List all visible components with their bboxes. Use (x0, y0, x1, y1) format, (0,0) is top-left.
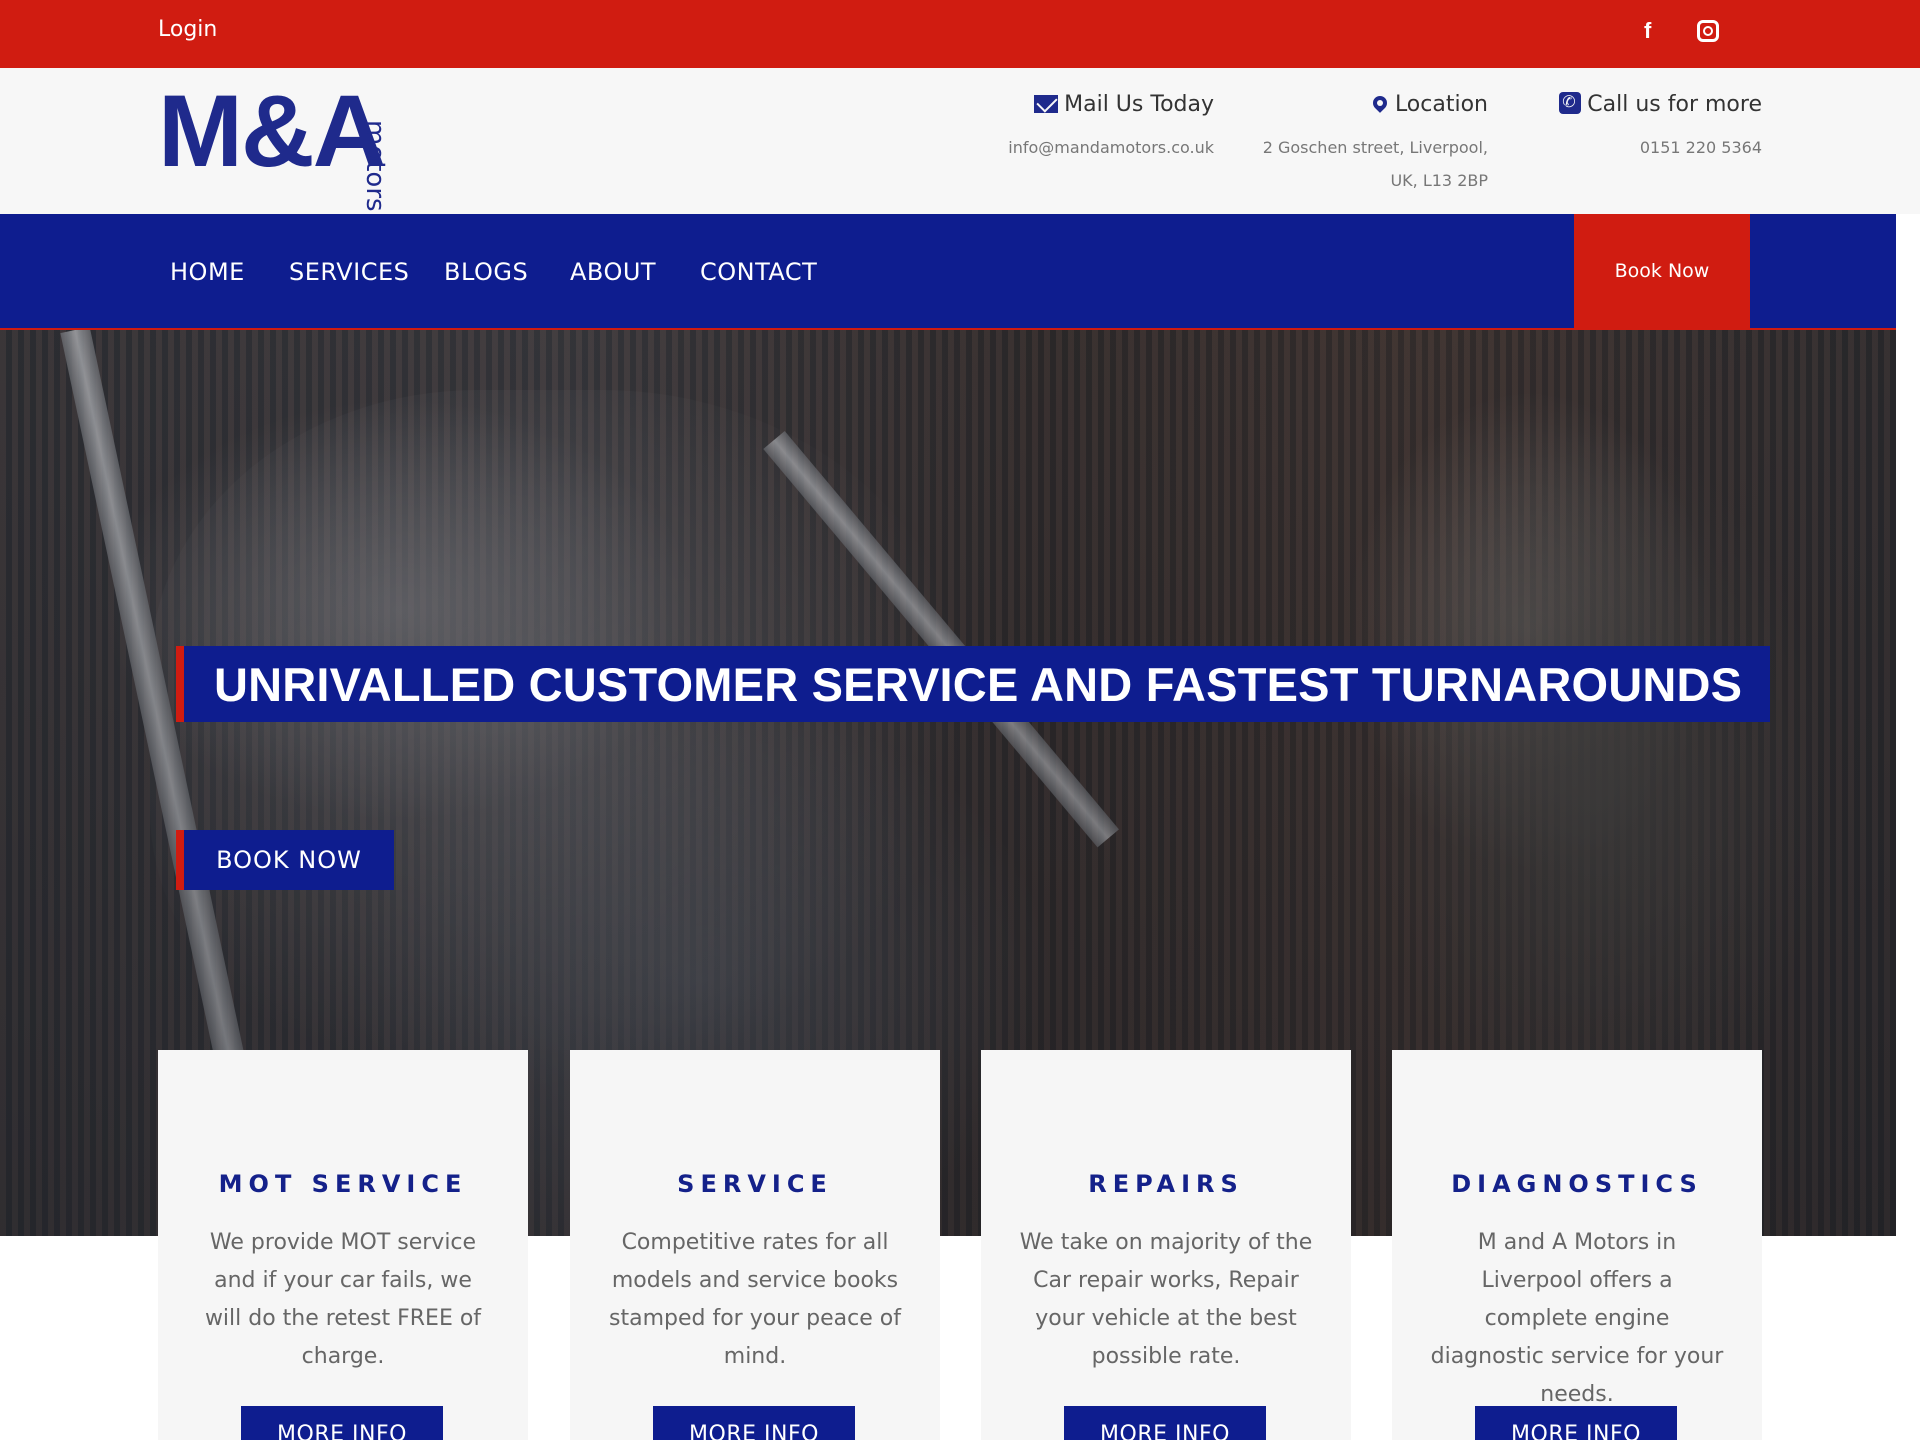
hero-book-now-button[interactable]: BOOK NOW (176, 830, 394, 890)
logo-subtext: motors (360, 120, 390, 212)
instagram-icon[interactable] (1697, 20, 1719, 42)
logo-text: M&A (158, 74, 386, 188)
contact-phone-title-text: Call us for more (1587, 92, 1762, 117)
hero-headline-banner: UNRIVALLED CUSTOMER SERVICE AND FASTEST … (176, 646, 1771, 722)
logo[interactable]: M&A motors (158, 74, 448, 212)
more-info-button[interactable]: MORE INFO (653, 1406, 855, 1440)
card-title: DIAGNOSTICS (1451, 1170, 1703, 1198)
nav-item-blogs[interactable]: BLOGS (444, 258, 528, 286)
site-header: M&A motors Mail Us Today info@mandamotor… (0, 68, 1920, 214)
contact-location-title: Location (1250, 92, 1488, 117)
page: Login f M&A motors Mail Us Today info@ma… (0, 0, 1920, 1440)
nav-item-services[interactable]: SERVICES (289, 258, 409, 286)
nav-item-home[interactable]: HOME (170, 258, 245, 286)
envelope-icon (1034, 95, 1059, 113)
map-pin-icon (1370, 93, 1390, 113)
more-info-button[interactable]: MORE INFO (1475, 1406, 1677, 1440)
card-title: REPAIRS (1088, 1170, 1244, 1198)
contact-location: Location 2 Goschen street, Liverpool, UK… (1250, 92, 1488, 197)
service-card-mot: MOT SERVICE We provide MOT service and i… (158, 1050, 528, 1440)
service-card-repairs: REPAIRS We take on majority of the Car r… (981, 1050, 1351, 1440)
service-card-service: SERVICE Competitive rates for all models… (570, 1050, 940, 1440)
hero-headline: UNRIVALLED CUSTOMER SERVICE AND FASTEST … (214, 657, 1743, 711)
contact-phone-number[interactable]: 0151 220 5364 (1540, 131, 1762, 164)
nav-edge (1896, 218, 1920, 330)
card-text: We take on majority of the Car repair wo… (1019, 1230, 1313, 1369)
card-title: MOT SERVICE (218, 1170, 468, 1198)
card-title: SERVICE (677, 1170, 833, 1198)
contact-mail-title-text: Mail Us Today (1064, 92, 1214, 117)
book-now-button[interactable]: Book Now (1574, 214, 1750, 328)
contact-phone: Call us for more 0151 220 5364 (1540, 92, 1762, 164)
card-text: M and A Motors in Liverpool offers a com… (1430, 1230, 1724, 1407)
nav-item-contact[interactable]: CONTACT (700, 258, 817, 286)
top-bar: Login f (0, 0, 1920, 68)
contact-location-address: 2 Goschen street, Liverpool, UK, L13 2BP (1250, 131, 1488, 197)
address-line-1: 2 Goschen street, Liverpool, (1262, 138, 1488, 157)
nav-item-about[interactable]: ABOUT (570, 258, 656, 286)
contact-mail-title: Mail Us Today (960, 92, 1214, 117)
facebook-icon[interactable]: f (1644, 18, 1651, 44)
contact-mail: Mail Us Today info@mandamotors.co.uk (960, 92, 1214, 164)
contact-phone-title: Call us for more (1540, 92, 1762, 117)
contact-location-title-text: Location (1394, 92, 1488, 117)
main-nav: HOME SERVICES BLOGS ABOUT CONTACT Book N… (0, 214, 1896, 330)
more-info-button[interactable]: MORE INFO (1064, 1406, 1266, 1440)
card-text: We provide MOT service and if your car f… (204, 1230, 482, 1369)
more-info-button[interactable]: MORE INFO (241, 1406, 443, 1440)
phone-icon (1559, 92, 1582, 114)
login-link[interactable]: Login (158, 17, 217, 42)
address-line-2: UK, L13 2BP (1390, 171, 1488, 190)
service-card-diagnostics: DIAGNOSTICS M and A Motors in Liverpool … (1392, 1050, 1762, 1440)
contact-mail-email[interactable]: info@mandamotors.co.uk (960, 131, 1214, 164)
card-text: Competitive rates for all models and ser… (609, 1230, 901, 1369)
